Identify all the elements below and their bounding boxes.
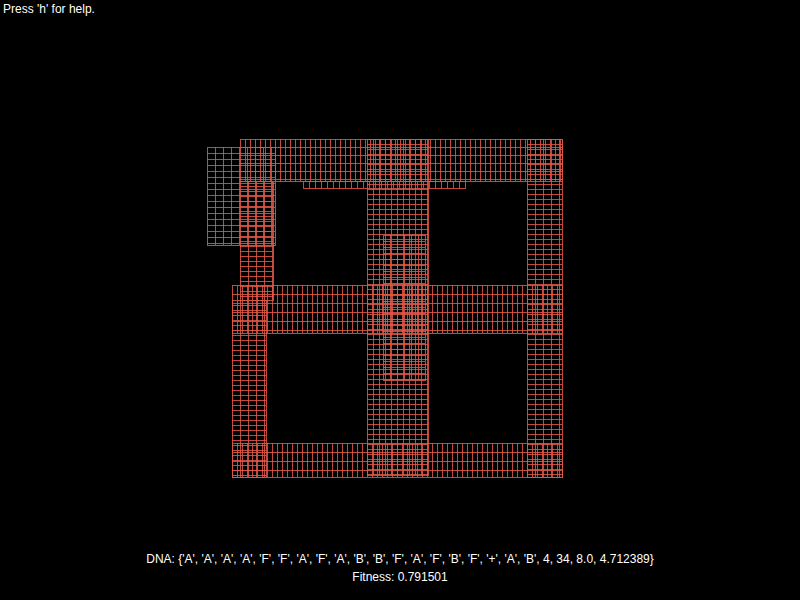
hatched-band [527, 139, 563, 478]
hatched-band [367, 139, 429, 476]
status-area: DNA: {'A', 'A', 'A', 'A', 'F', 'F', 'A',… [0, 546, 800, 586]
hatched-band [240, 181, 274, 301]
hatched-band [304, 181, 466, 189]
hatched-band [232, 285, 563, 334]
help-hint: Press 'h' for help. [0, 0, 800, 16]
hatched-band [240, 139, 563, 182]
hatched-band [207, 147, 276, 246]
dna-text: DNA: {'A', 'A', 'A', 'A', 'F', 'F', 'A',… [146, 550, 654, 568]
app-screen: Press 'h' for help. DNA: {'A', 'A', 'A', … [0, 0, 800, 600]
hatched-band [232, 443, 563, 478]
lsystem-drawing [0, 16, 800, 546]
hatched-band [383, 235, 426, 381]
fitness-text: Fitness: 0.791501 [352, 568, 447, 586]
